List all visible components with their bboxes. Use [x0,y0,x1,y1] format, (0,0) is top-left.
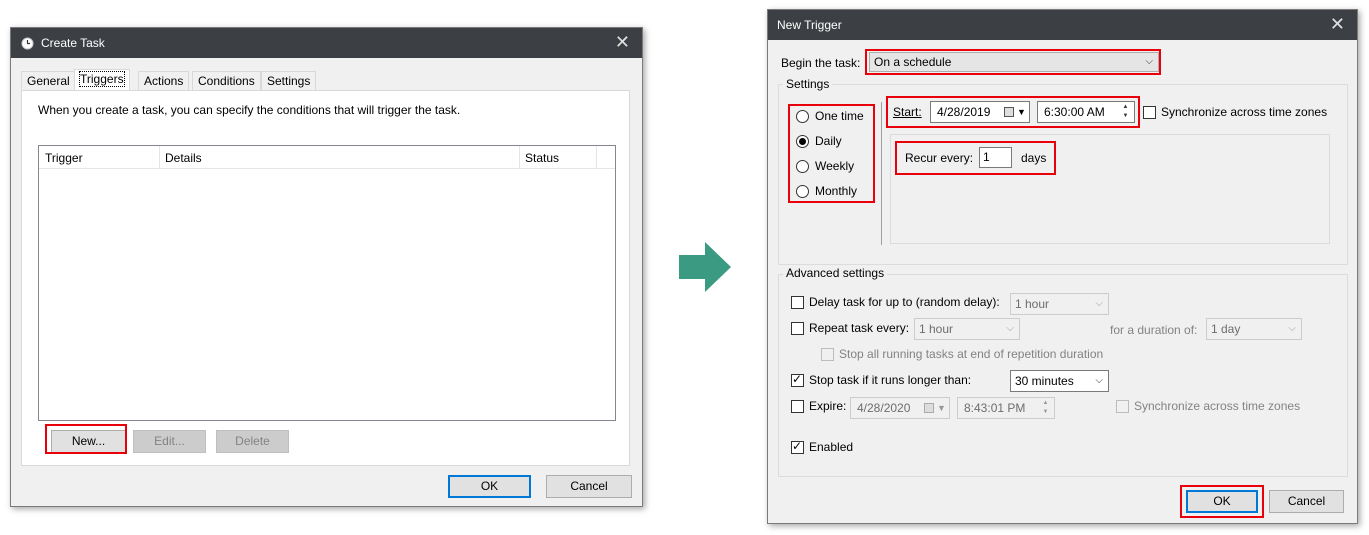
stop-all-label[interactable]: Stop all running tasks at end of repetit… [839,347,1103,361]
recur-every-input[interactable]: 1 [979,147,1012,168]
chevron-down-icon: ⌵ [1095,375,1103,386]
chevron-down-icon: ▼ [937,403,946,413]
start-label: Start: [893,105,922,119]
radio-weekly-label[interactable]: Weekly [815,159,854,173]
chevron-down-icon: ⌵ [1006,323,1014,334]
expire-sync-label[interactable]: Synchronize across time zones [1134,399,1300,413]
chevron-down-icon: ▼ [1017,107,1026,117]
repeat-dropdown[interactable]: 1 hour ⌵ [914,318,1020,340]
advanced-settings-label: Advanced settings [783,266,888,280]
radio-daily[interactable] [796,135,809,148]
begin-task-label: Begin the task: [781,56,861,70]
chevron-down-icon: ⌵ [1145,56,1153,67]
delete-trigger-button[interactable]: Delete [216,430,289,453]
stop-longer-label[interactable]: Stop task if it runs longer than: [809,373,971,387]
radio-monthly-label[interactable]: Monthly [815,184,857,198]
column-divider [519,146,520,168]
new-trigger-window: New Trigger ✕ Begin the task: On a sched… [767,9,1358,524]
tab-strip: General Triggers Actions Conditions Sett… [21,69,631,91]
start-date-picker[interactable]: 4/28/2019 ▼ [930,101,1030,123]
close-icon[interactable]: ✕ [615,32,630,53]
tab-actions[interactable]: Actions [138,71,190,90]
stop-longer-dropdown[interactable]: 30 minutes ⌵ [1010,370,1109,392]
chevron-down-icon: ⌵ [1095,298,1103,309]
delay-task-checkbox[interactable] [791,296,804,309]
edit-trigger-button[interactable]: Edit... [133,430,206,453]
expire-time-field[interactable]: 8:43:01 PM ▲ ▼ [957,397,1055,419]
radio-daily-label[interactable]: Daily [815,134,842,148]
cancel-button[interactable]: Cancel [1269,490,1344,513]
expire-date-picker[interactable]: 4/28/2020 ▼ [850,397,950,419]
new-trigger-button[interactable]: New... [51,430,126,453]
tab-settings[interactable]: Settings [261,71,317,90]
window-title: Create Task [41,36,105,50]
ok-button[interactable]: OK [1186,490,1258,513]
ok-button[interactable]: OK [448,475,531,498]
delay-dropdown[interactable]: 1 hour ⌵ [1010,293,1109,315]
task-scheduler-icon [21,37,34,50]
column-header-trigger[interactable]: Trigger [45,151,83,165]
vertical-separator [881,102,882,245]
enabled-checkbox[interactable] [791,439,804,454]
expire-label[interactable]: Expire: [809,399,846,413]
arrow-right-icon [679,242,731,292]
window-title: New Trigger [777,18,842,32]
triggers-tab-page: When you create a task, you can specify … [21,90,630,466]
begin-task-dropdown[interactable]: On a schedule ⌵ [869,52,1159,72]
settings-group-label: Settings [783,77,833,91]
create-task-window: Create Task ✕ General Triggers Actions C… [10,27,643,507]
close-icon[interactable]: ✕ [1330,14,1345,35]
radio-one-time[interactable] [796,110,809,123]
stop-all-checkbox[interactable] [821,348,834,361]
cancel-button[interactable]: Cancel [546,475,632,498]
repeat-task-label[interactable]: Repeat task every: [809,321,909,335]
calendar-icon [924,403,934,413]
chevron-down-icon: ⌵ [1288,323,1296,334]
radio-weekly[interactable] [796,160,809,173]
column-header-details[interactable]: Details [165,151,202,165]
tab-general[interactable]: General [21,71,76,90]
enabled-label[interactable]: Enabled [809,440,853,454]
radio-one-time-label[interactable]: One time [815,109,864,123]
recur-every-label: Recur every: [905,151,974,165]
list-header: Trigger Details Status [39,146,615,169]
tab-triggers[interactable]: Triggers [74,69,130,91]
sync-time-zones-checkbox[interactable] [1143,106,1156,119]
stop-longer-checkbox[interactable] [791,372,804,387]
start-time-value: 6:30:00 AM [1044,105,1105,119]
new-trigger-titlebar[interactable]: New Trigger ✕ [768,10,1357,40]
create-task-titlebar[interactable]: Create Task ✕ [11,28,642,58]
radio-monthly[interactable] [796,185,809,198]
duration-label: for a duration of: [1110,323,1198,337]
expire-checkbox[interactable] [791,400,804,413]
spinner-icon[interactable]: ▲ ▼ [1119,103,1132,121]
triggers-description: When you create a task, you can specify … [38,103,461,117]
spinner-icon[interactable]: ▲ ▼ [1039,399,1052,417]
triggers-list[interactable]: Trigger Details Status [38,145,616,421]
delay-task-label[interactable]: Delay task for up to (random delay): [809,295,1000,309]
sync-time-zones-label[interactable]: Synchronize across time zones [1161,105,1327,119]
start-date-value: 4/28/2019 [937,105,991,119]
calendar-icon [1004,107,1014,117]
column-divider [159,146,160,168]
arrow-shape [679,242,731,292]
repeat-task-checkbox[interactable] [791,322,804,335]
tab-conditions[interactable]: Conditions [192,71,261,90]
duration-dropdown[interactable]: 1 day ⌵ [1206,318,1302,340]
expire-sync-checkbox[interactable] [1116,400,1129,413]
start-time-field[interactable]: 6:30:00 AM ▲ ▼ [1037,101,1135,123]
recur-unit-label: days [1021,151,1047,165]
begin-task-value: On a schedule [874,55,952,69]
column-header-status[interactable]: Status [525,151,559,165]
column-divider [596,146,597,168]
recur-every-value: 1 [983,150,990,164]
